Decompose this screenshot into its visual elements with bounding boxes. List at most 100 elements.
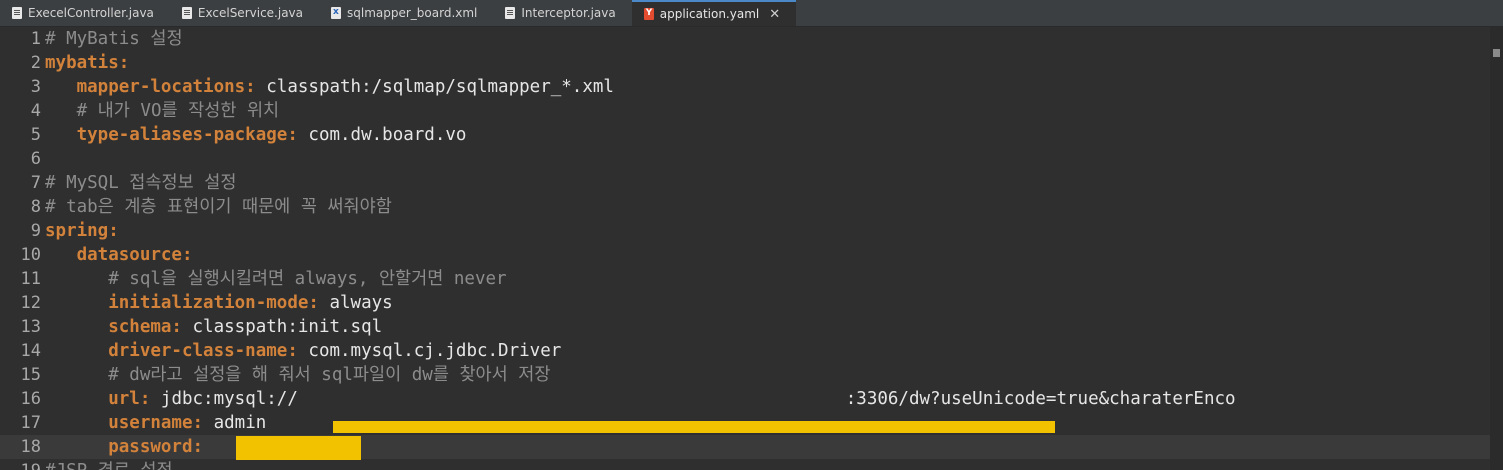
yaml-comment: # sql을 실행시킬려면 always, 안할거면 never bbox=[108, 269, 507, 289]
code-text: type-aliases-package: com.dw.board.vo bbox=[42, 123, 467, 147]
code-line[interactable]: 9 spring: bbox=[0, 219, 1490, 243]
yaml-key: mybatis: bbox=[45, 53, 130, 73]
line-number: 2 bbox=[30, 53, 41, 73]
tab-label: ExecelController.java bbox=[28, 6, 154, 20]
yaml-comment: # 내가 VO를 작성한 위치 bbox=[76, 101, 280, 121]
code-text: mybatis: bbox=[42, 51, 129, 75]
yaml-comment: # MySQL 접속정보 설정 bbox=[45, 173, 237, 193]
code-text: username: admin bbox=[42, 411, 266, 435]
yaml-key: spring: bbox=[45, 221, 119, 241]
yaml-key: driver-class-name: bbox=[108, 341, 298, 361]
code-text: driver-class-name: com.mysql.cj.jdbc.Dri… bbox=[42, 339, 561, 363]
code-line[interactable]: 16 url: jdbc:mysql:// :3306/dw?useUnicod… bbox=[0, 387, 1490, 411]
line-number: 12 bbox=[20, 293, 41, 313]
line-number: 9 bbox=[30, 221, 41, 241]
code-line[interactable]: 13 schema: classpath:init.sql bbox=[0, 315, 1490, 339]
tab-interceptor[interactable]: Interceptor.java bbox=[493, 0, 631, 26]
code-line[interactable]: 3 mapper-locations: classpath:/sqlmap/sq… bbox=[0, 75, 1490, 99]
code-text: # 내가 VO를 작성한 위치 bbox=[42, 99, 280, 123]
yaml-key: type-aliases-package: bbox=[76, 125, 298, 145]
yaml-value: admin bbox=[203, 413, 267, 433]
line-number: 10 bbox=[20, 245, 41, 265]
code-line[interactable]: 18 password: bbox=[0, 435, 1490, 459]
code-text: initialization-mode: always bbox=[42, 291, 393, 315]
code-line[interactable]: 11 # sql을 실행시킬려면 always, 안할거면 never bbox=[0, 267, 1490, 291]
close-icon[interactable]: ✕ bbox=[769, 7, 780, 22]
line-number: 4 bbox=[30, 101, 41, 121]
tab-label: sqlmapper_board.xml bbox=[347, 6, 478, 20]
yaml-value: com.dw.board.vo bbox=[297, 125, 467, 145]
yaml-key: mapper-locations: bbox=[76, 77, 256, 97]
yaml-value: com.mysql.cj.jdbc.Driver bbox=[297, 341, 562, 361]
code-line[interactable]: 4 # 내가 VO를 작성한 위치 bbox=[0, 99, 1490, 123]
code-line[interactable]: 7 # MySQL 접속정보 설정 bbox=[0, 171, 1490, 195]
yaml-key: datasource: bbox=[76, 245, 193, 265]
tab-label: application.yaml bbox=[659, 7, 760, 21]
code-line[interactable]: 6 bbox=[0, 147, 1490, 171]
vertical-scrollbar[interactable] bbox=[1490, 27, 1503, 470]
code-text: schema: classpath:init.sql bbox=[42, 315, 382, 339]
line-number: 7 bbox=[30, 173, 41, 193]
code-text: #JSP 경로 설정 bbox=[42, 459, 173, 470]
yaml-key: username: bbox=[108, 413, 204, 433]
yaml-key: password: bbox=[108, 437, 204, 457]
java-file-icon bbox=[12, 7, 22, 19]
redaction-mark-url bbox=[333, 421, 1055, 433]
code-text: # sql을 실행시킬려면 always, 안할거면 never bbox=[42, 267, 507, 291]
yaml-comment: # dw라고 설정을 해 줘서 sql파일이 dw를 찾아서 저장 bbox=[108, 365, 551, 385]
yaml-key: url: bbox=[108, 389, 151, 409]
code-line[interactable]: 2 mybatis: bbox=[0, 51, 1490, 75]
code-text: # MyBatis 설정 bbox=[42, 27, 183, 51]
java-file-icon bbox=[181, 7, 192, 19]
code-line[interactable]: 19#JSP 경로 설정 bbox=[0, 459, 1490, 470]
code-line[interactable]: 8 # tab은 계층 표현이기 때문에 꼭 써줘야함 bbox=[0, 195, 1490, 219]
tab-execel-controller[interactable]: ExecelController.java bbox=[0, 0, 170, 26]
tab-excel-service[interactable]: ExcelService.java bbox=[170, 0, 319, 26]
xml-file-icon bbox=[331, 7, 341, 19]
yaml-key: schema: bbox=[108, 317, 182, 337]
yaml-comment: # MyBatis 설정 bbox=[45, 29, 183, 49]
tab-application-yaml[interactable]: application.yaml ✕ bbox=[631, 0, 797, 26]
yaml-file-icon bbox=[643, 8, 654, 20]
line-number: 8 bbox=[30, 197, 41, 217]
yaml-value: jdbc:mysql:// :3306/dw?useUnicode=true&c… bbox=[150, 389, 1236, 409]
line-number: 1 bbox=[30, 29, 41, 49]
code-line[interactable]: 14 driver-class-name: com.mysql.cj.jdbc.… bbox=[0, 339, 1490, 363]
code-text: url: jdbc:mysql:// :3306/dw?useUnicode=t… bbox=[42, 387, 1236, 411]
scroll-marker bbox=[1493, 49, 1500, 57]
yaml-key: initialization-mode: bbox=[108, 293, 319, 313]
code-text: mapper-locations: classpath:/sqlmap/sqlm… bbox=[42, 75, 614, 99]
line-number: 19 bbox=[0, 459, 42, 470]
code-line[interactable]: 1 # MyBatis 설정 bbox=[0, 27, 1490, 51]
tab-label: ExcelService.java bbox=[197, 6, 303, 20]
line-number: 17 bbox=[20, 413, 41, 433]
line-number: 11 bbox=[20, 269, 41, 289]
code-line[interactable]: 5 type-aliases-package: com.dw.board.vo bbox=[0, 123, 1490, 147]
tab-label: Interceptor.java bbox=[521, 6, 616, 20]
line-number: 5 bbox=[30, 125, 41, 145]
code-line[interactable]: 15 # dw라고 설정을 해 줘서 sql파일이 dw를 찾아서 저장 bbox=[0, 363, 1490, 387]
code-line[interactable]: 10 datasource: bbox=[0, 243, 1490, 267]
line-number: 13 bbox=[20, 317, 41, 337]
line-number: 16 bbox=[20, 389, 41, 409]
editor-tab-bar: ExecelController.java ExcelService.java … bbox=[0, 0, 1503, 27]
yaml-value: classpath:init.sql bbox=[181, 317, 383, 337]
yaml-value: always bbox=[318, 293, 393, 313]
tab-sqlmapper-board[interactable]: sqlmapper_board.xml bbox=[319, 0, 493, 26]
code-editor[interactable]: 1 # MyBatis 설정 2 mybatis: 3 mapper-locations… bbox=[0, 27, 1490, 470]
code-text: datasource: bbox=[42, 243, 193, 267]
code-line[interactable]: 12 initialization-mode: always bbox=[0, 291, 1490, 315]
code-text: # MySQL 접속정보 설정 bbox=[42, 171, 236, 195]
line-number: 18 bbox=[20, 437, 41, 457]
